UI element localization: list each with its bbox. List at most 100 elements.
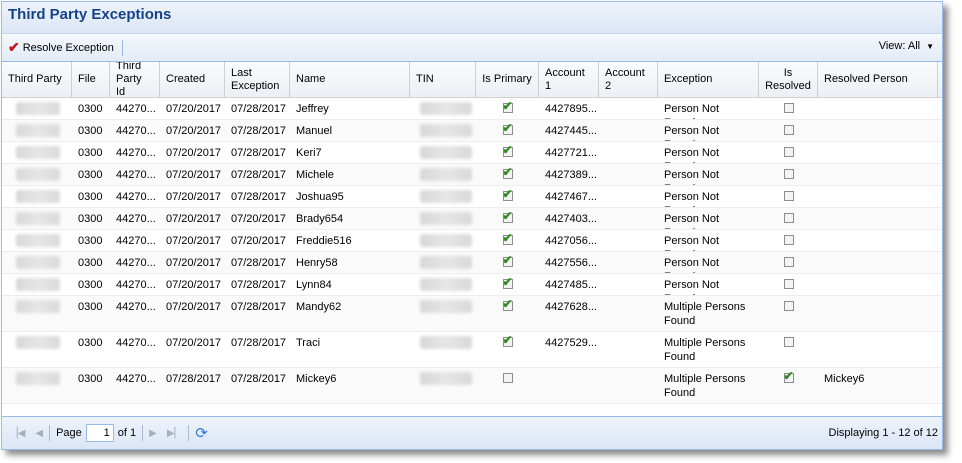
cell-exception: Person Not Found bbox=[664, 191, 720, 207]
column-header-file[interactable]: File bbox=[72, 62, 110, 97]
refresh-icon[interactable]: ⟳ bbox=[195, 424, 208, 442]
column-header-account-1[interactable]: Account 1 bbox=[539, 62, 599, 97]
is-primary-checkbox[interactable] bbox=[502, 143, 513, 157]
cell-resolved-person bbox=[818, 164, 938, 185]
is-primary-checkbox[interactable] bbox=[502, 187, 513, 201]
is-resolved-checkbox[interactable] bbox=[783, 279, 794, 289]
cell-resolved-person bbox=[818, 296, 938, 331]
cell-last-exception: 07/28/2017 bbox=[231, 169, 287, 181]
cell-account-2 bbox=[599, 186, 658, 207]
is-resolved-checkbox[interactable] bbox=[783, 257, 794, 267]
redacted-value bbox=[16, 372, 60, 385]
column-header-last-exception[interactable]: Last Exception bbox=[225, 62, 290, 97]
cell-account-2 bbox=[599, 296, 658, 331]
is-primary-checkbox[interactable] bbox=[502, 333, 513, 347]
cell-is-resolved bbox=[759, 332, 818, 367]
resolve-exception-button[interactable]: ✔ Resolve Exception bbox=[2, 37, 118, 59]
cell-name: Michele bbox=[296, 169, 334, 181]
is-primary-checkbox[interactable] bbox=[502, 121, 513, 135]
column-header-is-resolved[interactable]: Is Resolved bbox=[759, 62, 818, 97]
table-row[interactable]: 0300 44270... 07/20/2017 07/28/2017 Michele 4… bbox=[2, 164, 942, 186]
prev-page-icon[interactable]: ◀ bbox=[35, 428, 43, 439]
is-primary-checkbox[interactable] bbox=[502, 209, 513, 223]
table-row[interactable]: 0300 44270... 07/28/2017 07/28/2017 Mickey6 M… bbox=[2, 368, 942, 404]
first-page-icon[interactable]: ▕◀ bbox=[10, 428, 25, 439]
column-header-third-party[interactable]: Third Party bbox=[2, 62, 72, 97]
redacted-third-party bbox=[2, 332, 72, 367]
table-row[interactable]: 0300 44270... 07/20/2017 07/28/2017 Jeffrey 4… bbox=[2, 98, 942, 120]
cell-account-2 bbox=[599, 142, 658, 163]
column-header-third-party-id[interactable]: Third Party Id bbox=[110, 60, 160, 98]
cell-file: 0300 bbox=[78, 103, 103, 115]
table-row[interactable]: 0300 44270... 07/20/2017 07/20/2017 Brady654… bbox=[2, 208, 942, 230]
cell-is-resolved bbox=[759, 252, 818, 273]
displaying-count: Displaying 1 - 12 of 12 bbox=[828, 427, 938, 439]
column-header-exception[interactable]: Exception bbox=[658, 62, 759, 97]
is-resolved-checkbox[interactable] bbox=[783, 235, 794, 245]
is-resolved-checkbox[interactable] bbox=[783, 337, 794, 347]
table-row[interactable]: 0300 44270... 07/20/2017 07/28/2017 Traci 442… bbox=[2, 332, 942, 368]
table-row[interactable]: 0300 44270... 07/20/2017 07/28/2017 Henry58 4… bbox=[2, 252, 942, 274]
view-filter-dropdown[interactable]: View: All ▼ bbox=[879, 40, 934, 52]
table-row[interactable]: 0300 44270... 07/20/2017 07/28/2017 Mandy62 4… bbox=[2, 296, 942, 332]
is-resolved-checkbox[interactable] bbox=[783, 147, 794, 157]
column-header-name[interactable]: Name bbox=[290, 62, 410, 97]
column-header-created[interactable]: Created bbox=[160, 62, 225, 97]
cell-is-resolved bbox=[759, 186, 818, 207]
is-resolved-checkbox[interactable] bbox=[783, 125, 794, 135]
redacted-value bbox=[16, 256, 60, 269]
cell-account-2 bbox=[599, 274, 658, 295]
grid-header: Third Party File Third Party Id Created Last E… bbox=[2, 60, 942, 98]
table-row[interactable]: 0300 44270... 07/20/2017 07/28/2017 Manuel 44… bbox=[2, 120, 942, 142]
is-primary-checkbox[interactable] bbox=[502, 165, 513, 179]
cell-is-primary bbox=[476, 186, 539, 207]
is-primary-checkbox[interactable] bbox=[502, 297, 513, 311]
cell-name: Traci bbox=[296, 337, 321, 349]
cell-is-resolved bbox=[759, 120, 818, 141]
table-row[interactable]: 0300 44270... 07/20/2017 07/20/2017 Freddie5… bbox=[2, 230, 942, 252]
is-resolved-checkbox[interactable] bbox=[783, 301, 794, 311]
is-resolved-checkbox[interactable] bbox=[783, 213, 794, 223]
cell-name: Mandy62 bbox=[296, 301, 342, 313]
cell-resolved-person: Mickey6 bbox=[824, 373, 865, 385]
cell-account-2 bbox=[599, 164, 658, 185]
cell-exception: Person Not Found bbox=[664, 103, 720, 119]
is-resolved-checkbox[interactable] bbox=[783, 169, 794, 179]
cell-third-party-id: 44270... bbox=[116, 147, 156, 159]
cell-resolved-person bbox=[818, 98, 938, 119]
cell-is-resolved bbox=[759, 142, 818, 163]
column-header-resolved-person[interactable]: Resolved Person bbox=[818, 62, 938, 97]
redacted-value bbox=[420, 336, 472, 349]
is-resolved-checkbox[interactable] bbox=[783, 191, 794, 201]
is-primary-checkbox[interactable] bbox=[502, 99, 513, 113]
is-resolved-checkbox[interactable] bbox=[783, 369, 794, 383]
column-header-account-2[interactable]: Account 2 bbox=[599, 62, 658, 97]
is-resolved-checkbox[interactable] bbox=[783, 103, 794, 113]
cell-account-1: 4427529... bbox=[545, 337, 597, 349]
cell-name: Joshua95 bbox=[296, 191, 344, 203]
column-header-tin[interactable]: TIN bbox=[410, 62, 476, 97]
view-filter-label: View: All bbox=[878, 40, 921, 52]
is-primary-checkbox[interactable] bbox=[502, 231, 513, 245]
cell-third-party-id: 44270... bbox=[116, 169, 156, 181]
last-page-icon[interactable]: ▶▏ bbox=[167, 428, 182, 439]
is-primary-checkbox[interactable] bbox=[502, 275, 513, 289]
cell-last-exception: 07/28/2017 bbox=[231, 191, 287, 203]
page-number-input[interactable] bbox=[85, 424, 114, 442]
redacted-value bbox=[420, 278, 472, 291]
redacted-tin bbox=[410, 274, 476, 295]
column-header-is-primary[interactable]: Is Primary bbox=[476, 62, 539, 97]
redacted-tin bbox=[410, 230, 476, 251]
table-row[interactable]: 0300 44270... 07/20/2017 07/28/2017 Joshua95… bbox=[2, 186, 942, 208]
redacted-value bbox=[420, 190, 472, 203]
table-row[interactable]: 0300 44270... 07/20/2017 07/28/2017 Lynn84 44… bbox=[2, 274, 942, 296]
table-row[interactable]: 0300 44270... 07/20/2017 07/28/2017 Keri7 442… bbox=[2, 142, 942, 164]
cell-is-primary bbox=[476, 98, 539, 119]
is-primary-checkbox[interactable] bbox=[502, 253, 513, 267]
is-primary-checkbox[interactable] bbox=[502, 373, 513, 383]
next-page-icon[interactable]: ▶ bbox=[149, 428, 157, 439]
cell-third-party-id: 44270... bbox=[116, 301, 156, 313]
cell-created: 07/20/2017 bbox=[166, 147, 222, 159]
cell-is-primary bbox=[476, 252, 539, 273]
cell-is-resolved bbox=[759, 230, 818, 251]
